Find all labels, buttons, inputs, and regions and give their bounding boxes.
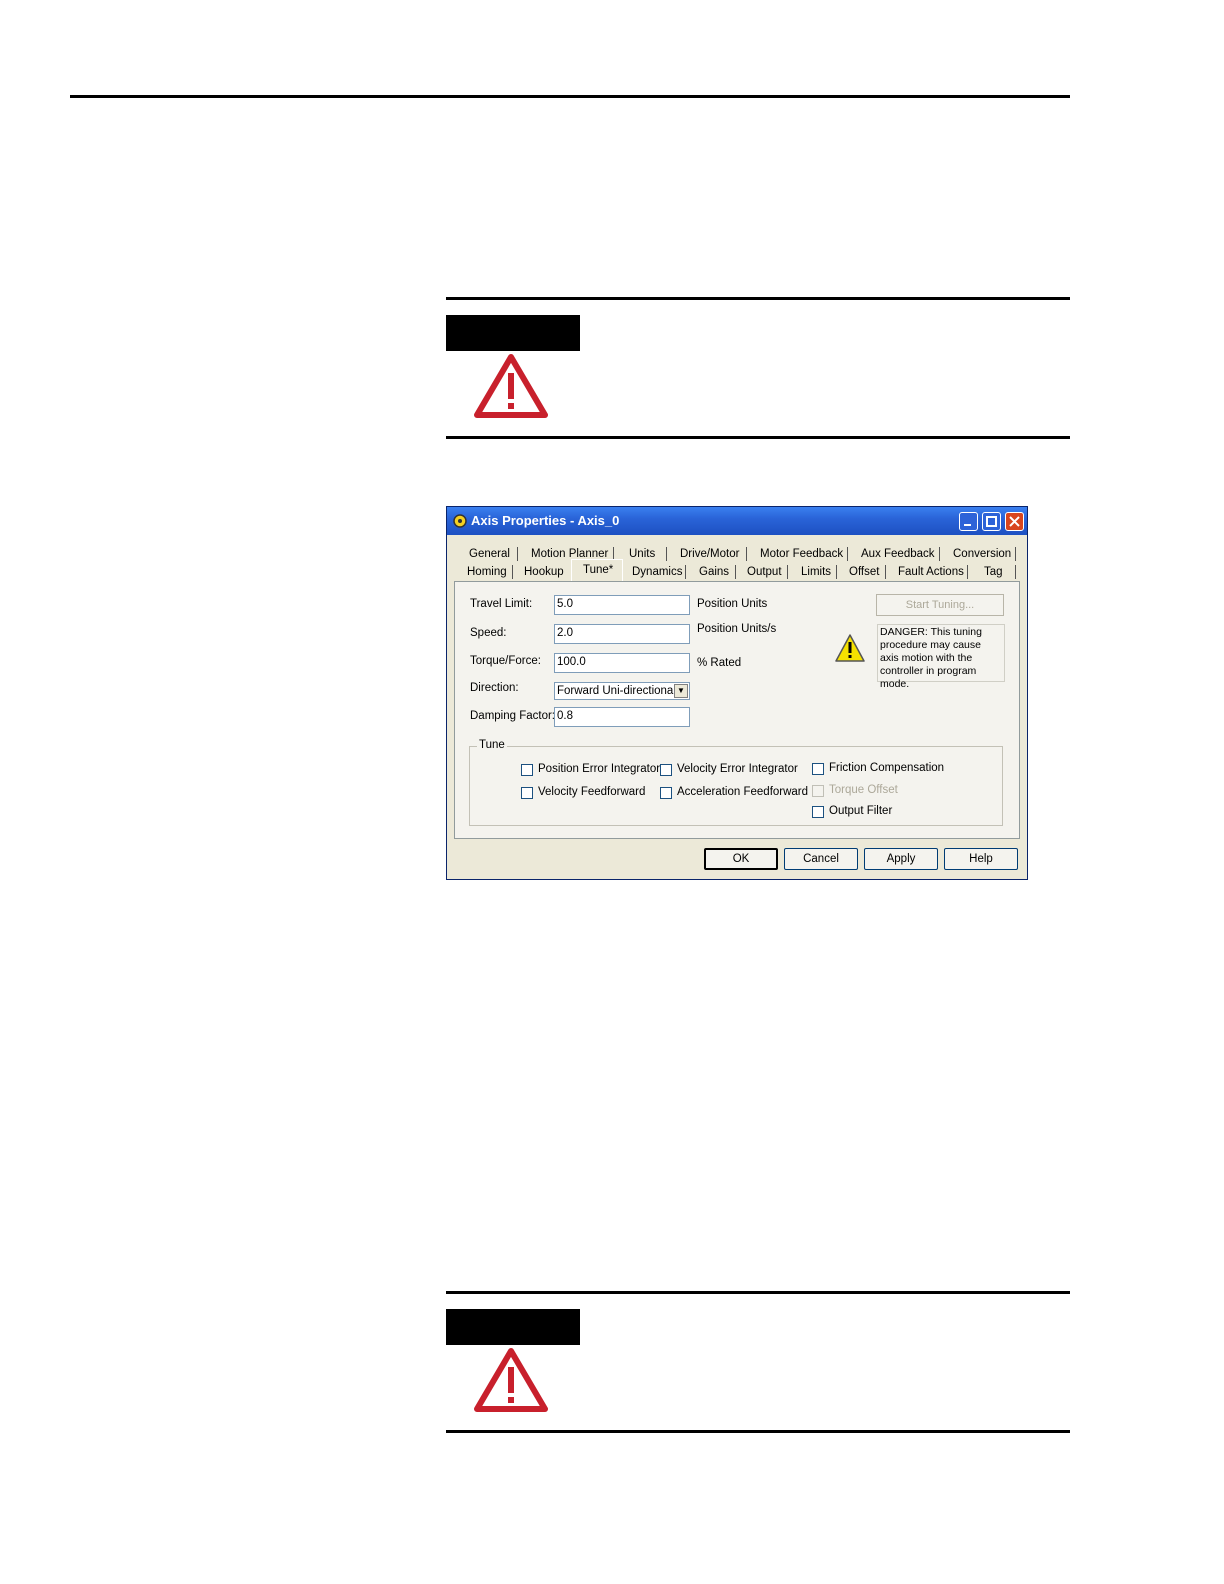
axis-gear-icon (453, 514, 467, 528)
tab-separator (1015, 565, 1016, 579)
caution-top-rule (446, 297, 1070, 300)
tab-tune[interactable]: Tune* (583, 564, 613, 576)
acceleration-feedforward-label: Acceleration Feedforward (677, 786, 809, 798)
minimize-icon (964, 524, 971, 526)
torque-offset-label: Torque Offset (829, 784, 898, 796)
axis-properties-dialog: Axis Properties - Axis_0 General Motion … (446, 506, 1028, 880)
cancel-button[interactable]: Cancel (784, 848, 858, 870)
tab-tag[interactable]: Tag (984, 566, 1003, 578)
tab-separator (666, 547, 667, 561)
torque-force-input[interactable]: 100.0 (554, 653, 690, 673)
maximize-icon (986, 516, 997, 527)
speed-unit: Position Units/s (697, 623, 777, 635)
position-error-integrator-checkbox[interactable] (521, 764, 533, 776)
velocity-error-integrator-checkbox[interactable] (660, 764, 672, 776)
speed-input[interactable]: 2.0 (554, 624, 690, 644)
caution-bottom-rule (446, 1430, 1070, 1433)
tune-group-title: Tune (477, 739, 507, 751)
caution-label-box (446, 315, 580, 351)
tab-output[interactable]: Output (747, 566, 782, 578)
direction-label: Direction: (470, 682, 519, 694)
damping-factor-input[interactable]: 0.8 (554, 707, 690, 727)
tab-separator (847, 547, 848, 561)
damping-factor-label: Damping Factor: (470, 710, 556, 722)
help-button[interactable]: Help (944, 848, 1018, 870)
tab-separator (685, 565, 686, 579)
caution-bottom-rule (446, 436, 1070, 439)
tab-separator (512, 565, 513, 579)
start-tuning-button[interactable]: Start Tuning... (876, 594, 1004, 616)
direction-select[interactable]: Forward Uni-directional ▼ (554, 682, 690, 700)
tab-separator (517, 547, 518, 561)
window-title: Axis Properties - Axis_0 (471, 513, 620, 528)
tab-separator (885, 565, 886, 579)
output-filter-checkbox[interactable] (812, 806, 824, 818)
tab-dynamics[interactable]: Dynamics (632, 566, 682, 578)
tab-separator (836, 565, 837, 579)
tab-separator (939, 547, 940, 561)
tab-fault-actions[interactable]: Fault Actions (898, 566, 964, 578)
tab-general[interactable]: General (469, 548, 510, 560)
warning-triangle-icon (474, 354, 548, 418)
tab-separator (746, 547, 747, 561)
tab-homing[interactable]: Homing (467, 566, 507, 578)
torque-force-unit: % Rated (697, 657, 742, 669)
speed-label: Speed: (470, 627, 507, 639)
chevron-down-icon[interactable]: ▼ (674, 684, 688, 698)
tab-limits[interactable]: Limits (801, 566, 831, 578)
position-error-integrator-label: Position Error Integrator (538, 763, 661, 775)
tab-separator (787, 565, 788, 579)
close-button[interactable] (1005, 512, 1024, 531)
tab-conversion[interactable]: Conversion (953, 548, 1011, 560)
friction-compensation-label: Friction Compensation (829, 762, 945, 774)
travel-limit-unit: Position Units (697, 598, 768, 610)
page-header-rule (70, 95, 1070, 98)
danger-message: DANGER: This tuning procedure may cause … (877, 624, 1005, 690)
tab-units[interactable]: Units (629, 548, 655, 560)
tab-separator (967, 565, 968, 579)
travel-limit-input[interactable]: 5.0 (554, 595, 690, 615)
caution-label-box (446, 1309, 580, 1345)
tab-aux-feedback[interactable]: Aux Feedback (861, 548, 935, 560)
caution-top-rule (446, 1291, 1070, 1294)
travel-limit-label: Travel Limit: (470, 598, 533, 610)
tab-separator (735, 565, 736, 579)
torque-offset-checkbox[interactable] (812, 785, 824, 797)
minimize-button[interactable] (959, 512, 978, 531)
acceleration-feedforward-checkbox[interactable] (660, 787, 672, 799)
friction-compensation-checkbox[interactable] (812, 763, 824, 775)
close-icon (1009, 516, 1020, 527)
tab-motor-feedback[interactable]: Motor Feedback (760, 548, 843, 560)
velocity-feedforward-checkbox[interactable] (521, 787, 533, 799)
tab-offset[interactable]: Offset (849, 566, 879, 578)
tab-hookup[interactable]: Hookup (524, 566, 564, 578)
maximize-button[interactable] (982, 512, 1001, 531)
torque-force-label: Torque/Force: (470, 655, 541, 667)
apply-button[interactable]: Apply (864, 848, 938, 870)
warning-icon (835, 634, 865, 662)
tune-tab-panel: Travel Limit: 5.0 Position Units Speed: … (454, 581, 1020, 839)
velocity-error-integrator-label: Velocity Error Integrator (677, 763, 798, 775)
tab-drive-motor[interactable]: Drive/Motor (680, 548, 739, 560)
warning-triangle-icon (474, 1348, 548, 1412)
output-filter-label: Output Filter (829, 805, 893, 817)
tab-gains[interactable]: Gains (699, 566, 729, 578)
title-bar[interactable]: Axis Properties - Axis_0 (447, 507, 1027, 535)
velocity-feedforward-label: Velocity Feedforward (538, 786, 646, 798)
ok-button[interactable]: OK (704, 848, 778, 870)
tab-separator (1015, 547, 1016, 561)
direction-value: Forward Uni-directional (557, 685, 676, 697)
